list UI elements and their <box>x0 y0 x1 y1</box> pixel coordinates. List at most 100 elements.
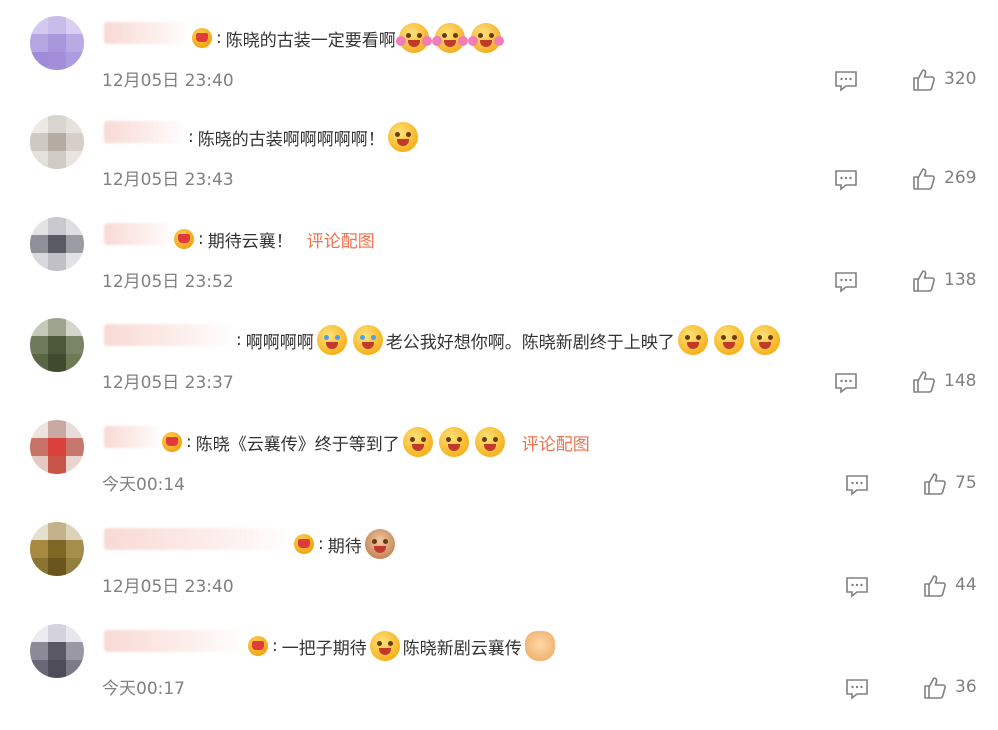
comment-image-link[interactable]: 评论配图 <box>522 430 590 455</box>
avatar-pixel <box>48 217 66 235</box>
comment-item: : 陈晓《云襄传》终于等到了 评论配图 今天00:14 75 <box>0 420 998 526</box>
avatar[interactable] <box>30 522 84 576</box>
like-count: 75 <box>955 473 977 493</box>
like-thumb-icon[interactable] <box>923 472 947 496</box>
like-count: 148 <box>944 371 977 391</box>
crying-face-emoji-icon <box>352 325 383 355</box>
username-blurred[interactable] <box>104 121 186 143</box>
avatar-pixel <box>30 151 48 169</box>
vip-badge-icon <box>192 28 212 48</box>
comment-timestamp: 今天00:17 <box>102 679 185 699</box>
reply-comment-icon[interactable] <box>845 576 869 598</box>
avatar-pixel <box>48 133 66 151</box>
avatar-pixel <box>66 558 84 576</box>
username-blurred[interactable] <box>104 324 234 346</box>
comment-text-continued: 陈晓新剧云襄传 <box>402 638 522 659</box>
avatar-pixel <box>48 34 66 52</box>
comment-item: : 陈晓的古装啊啊啊啊啊！ 12月05日 23:43 269 <box>0 115 998 221</box>
avatar[interactable] <box>30 420 84 474</box>
flower-face-emoji-icon <box>467 23 504 53</box>
reply-comment-icon[interactable] <box>834 271 858 293</box>
avatar-pixel <box>48 642 66 660</box>
avatar-pixel <box>30 235 48 253</box>
reply-comment-icon[interactable] <box>845 678 869 700</box>
avatar-pixel <box>48 235 66 253</box>
avatar-pixel <box>66 642 84 660</box>
avatar-pixel <box>48 438 66 456</box>
avatar-pixel <box>48 253 66 271</box>
avatar-pixel <box>48 16 66 34</box>
comment-text: 啊啊啊啊 <box>245 332 314 353</box>
reply-comment-icon[interactable] <box>834 372 858 394</box>
avatar-pixel <box>66 52 84 70</box>
thumbs-up-emoji-icon <box>524 631 555 661</box>
avatar-pixel <box>48 624 66 642</box>
like-thumb-icon[interactable] <box>912 167 936 191</box>
username-blurred[interactable] <box>104 426 162 448</box>
kissing-face-emoji-icon <box>402 427 433 457</box>
avatar-pixel <box>30 52 48 70</box>
avatar[interactable] <box>30 624 84 678</box>
username-blurred[interactable] <box>104 630 246 652</box>
like-count: 138 <box>944 270 977 290</box>
reply-comment-icon[interactable] <box>834 70 858 92</box>
smiling-face-emoji-icon <box>369 631 400 661</box>
like-count: 269 <box>944 168 977 188</box>
vip-badge-icon <box>174 229 194 249</box>
like-thumb-icon[interactable] <box>912 269 936 293</box>
avatar-pixel <box>30 558 48 576</box>
like-thumb-icon[interactable] <box>923 574 947 598</box>
comment-item: : 陈晓的古装一定要看啊 12月05日 23:40 320 <box>0 16 998 122</box>
like-thumb-icon[interactable] <box>912 370 936 394</box>
like-count: 36 <box>955 677 977 697</box>
avatar[interactable] <box>30 318 84 372</box>
reply-comment-icon[interactable] <box>845 474 869 496</box>
comment-timestamp: 12月05日 23:37 <box>102 373 234 393</box>
avatar-pixel <box>30 438 48 456</box>
avatar-pixel <box>30 354 48 372</box>
avatar-pixel <box>30 660 48 678</box>
comment-item: : 一把子期待 陈晓新剧云襄传 今天00:17 36 <box>0 624 998 730</box>
comment-text: 期待云襄！ <box>207 231 293 252</box>
avatar[interactable] <box>30 115 84 169</box>
username-blurred[interactable] <box>104 223 174 245</box>
vip-badge-icon <box>248 636 268 656</box>
comment-image-link[interactable]: 评论配图 <box>307 227 375 252</box>
avatar-pixel <box>48 151 66 169</box>
comment-timestamp: 今天00:14 <box>102 475 185 495</box>
username-blurred[interactable] <box>104 22 190 44</box>
avatar-pixel <box>30 16 48 34</box>
avatar-pixel <box>48 456 66 474</box>
reply-comment-icon[interactable] <box>834 169 858 191</box>
avatar-pixel <box>66 16 84 34</box>
avatar-pixel <box>48 522 66 540</box>
comment-item: : 啊啊啊啊 老公我好想你啊。陈晓新剧终于上映了 12月05日 23:37 14… <box>0 318 998 424</box>
avatar-pixel <box>30 34 48 52</box>
comment-item: : 期待云襄！ 评论配图 12月05日 23:52 138 <box>0 217 998 323</box>
avatar-pixel <box>66 253 84 271</box>
like-thumb-icon[interactable] <box>912 68 936 92</box>
avatar-pixel <box>48 660 66 678</box>
avatar-pixel <box>66 133 84 151</box>
avatar-pixel <box>30 540 48 558</box>
flower-face-emoji-icon <box>395 23 432 53</box>
vip-badge-icon <box>162 432 182 452</box>
comment-item: : 期待 12月05日 23:40 44 <box>0 522 998 628</box>
happy-face-emoji-icon <box>749 325 780 355</box>
avatar-pixel <box>66 34 84 52</box>
like-count: 44 <box>955 575 977 595</box>
username-blurred[interactable] <box>104 528 294 550</box>
comment-text: 一把子期待 <box>281 638 367 659</box>
avatar[interactable] <box>30 16 84 70</box>
comment-feed: : 陈晓的古装一定要看啊 12月05日 23:40 320 : 陈晓的古装啊啊啊… <box>0 0 998 727</box>
avatar-pixel <box>48 420 66 438</box>
avatar[interactable] <box>30 217 84 271</box>
comment-text: 陈晓的古装啊啊啊啊啊！ <box>197 129 385 150</box>
like-thumb-icon[interactable] <box>923 676 947 700</box>
avatar-pixel <box>30 642 48 660</box>
comment-timestamp: 12月05日 23:40 <box>102 577 234 597</box>
comment-text: 陈晓的古装一定要看啊 <box>225 30 396 51</box>
vip-badge-icon <box>294 534 314 554</box>
avatar-pixel <box>66 151 84 169</box>
monkey-emoji-icon <box>364 529 395 559</box>
